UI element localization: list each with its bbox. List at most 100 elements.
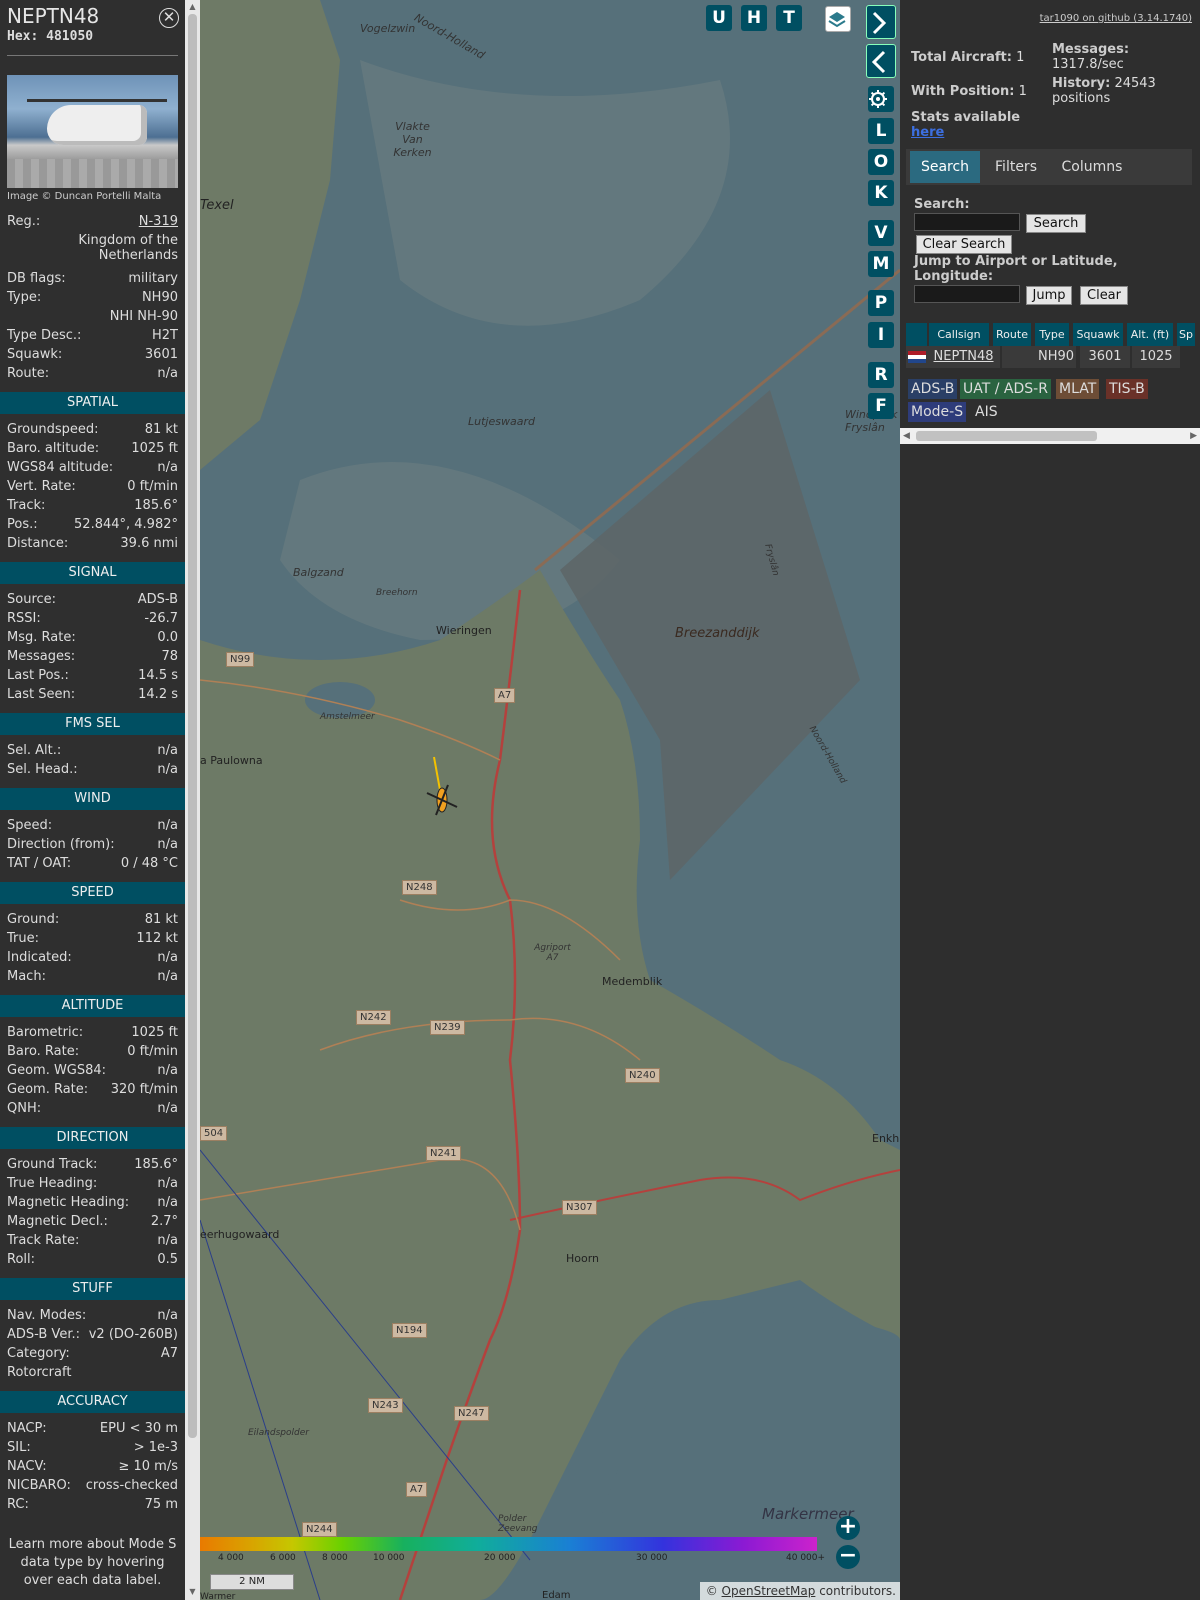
info-value: n/a	[157, 1063, 178, 1078]
stats-link[interactable]: here	[911, 125, 944, 140]
info-row: Rotorcraft	[0, 1363, 185, 1382]
table-header-alt-ft-[interactable]: Alt. (ft)	[1127, 323, 1173, 346]
table-row[interactable]: NEPTN48	[927, 346, 1000, 368]
info-key: NACV:	[7, 1459, 47, 1474]
info-key: Mach:	[7, 969, 46, 984]
info-value: EPU < 30 m	[99, 1421, 178, 1436]
info-value: NH90	[141, 290, 178, 305]
map-button-h[interactable]: H	[741, 5, 767, 31]
info-value: cross-checked	[85, 1478, 178, 1493]
tab-filters[interactable]: Filters	[984, 151, 1048, 183]
info-row: Track Rate: n/a	[0, 1231, 185, 1250]
info-key: Track:	[7, 498, 46, 513]
map-button-r[interactable]: R	[868, 362, 894, 388]
general-info: Reg.: N-319 Kingdom of the Netherlands DB f…	[0, 212, 185, 383]
info-value: n/a	[157, 950, 178, 965]
search-input[interactable]	[914, 213, 1020, 231]
chevron-left-icon[interactable]	[866, 44, 896, 78]
info-row: NACP: EPU < 30 m	[0, 1419, 185, 1438]
osm-link[interactable]: OpenStreetMap	[722, 1584, 816, 1598]
info-row: Geom. Rate: 320 ft/min	[0, 1080, 185, 1099]
search-button[interactable]: Search	[1026, 214, 1086, 233]
info-key: Last Pos.:	[7, 668, 69, 683]
map-button-l[interactable]: L	[868, 118, 894, 144]
section-header: ALTITUDE	[0, 995, 185, 1017]
row-callsign[interactable]: NEPTN48	[934, 349, 994, 364]
info-row: Type Desc.: H2T	[0, 326, 185, 345]
scroll-right-icon[interactable]: ▶	[1190, 431, 1197, 441]
zoom-out-icon[interactable]: −	[836, 1545, 860, 1569]
table-header-sp[interactable]: Sp	[1177, 323, 1195, 346]
tab-search[interactable]: Search	[910, 151, 980, 183]
map-button-u[interactable]: U	[706, 5, 732, 31]
close-icon[interactable]: ✕	[159, 8, 179, 28]
info-value: 81 kt	[144, 912, 178, 927]
info-row: RC: 75 m	[0, 1495, 185, 1514]
jump-button[interactable]: Jump	[1026, 286, 1072, 305]
map-button-f[interactable]: F	[868, 393, 894, 419]
map-button-o[interactable]: O	[868, 149, 894, 175]
label-breezanddijk: Breezanddijk	[675, 626, 760, 641]
scroll-up-icon[interactable]: ▲	[188, 2, 197, 12]
info-value[interactable]: N-319	[139, 212, 178, 231]
map-canvas[interactable]: Vogelzwin Noord-Holland Texel Vlakte Van…	[200, 0, 900, 1600]
layers-icon[interactable]	[825, 6, 851, 32]
info-value: Kingdom of the Netherlands	[78, 233, 178, 263]
info-row: Last Seen: 14.2 s	[0, 685, 185, 704]
stats-label: Stats available	[911, 110, 1021, 125]
source-chip-ads-b: ADS-B	[908, 379, 958, 399]
table-header-callsign[interactable]: Callsign	[929, 323, 989, 346]
info-value: v2 (DO-260B)	[88, 1327, 178, 1342]
table-header-route[interactable]: Route	[993, 323, 1031, 346]
github-link[interactable]: tar1090 on github (3.14.1740)	[1040, 13, 1192, 24]
map-button-m[interactable]: M	[868, 251, 894, 277]
scroll-down-icon[interactable]: ▼	[188, 1587, 197, 1597]
row-type: NH90	[1036, 346, 1076, 368]
aircraft-info-panel: NEPTN48 Hex: 481050 ✕ Image © Duncan Por…	[0, 0, 185, 1600]
settings-gear-icon[interactable]	[868, 86, 894, 112]
table-header-squawk[interactable]: Squawk	[1073, 323, 1123, 346]
table-horizontal-scrollbar[interactable]: ◀ ▶	[900, 428, 1200, 444]
aircraft-photo[interactable]	[7, 75, 178, 188]
with-position-label: With Position:	[911, 84, 1015, 99]
info-value: military	[128, 271, 178, 286]
map-button-p[interactable]: P	[868, 290, 894, 316]
info-key: Geom. WGS84:	[7, 1063, 107, 1078]
table-header-type[interactable]: Type	[1035, 323, 1069, 346]
info-key: Sel. Head.:	[7, 762, 78, 777]
jump-input[interactable]	[914, 285, 1020, 303]
info-row: Ground Track: 185.6°	[0, 1155, 185, 1174]
chevron-right-icon[interactable]	[866, 5, 896, 39]
clear-search-button[interactable]: Clear Search	[916, 235, 1012, 254]
info-scrollbar[interactable]: ▲ ▼	[185, 0, 200, 1600]
altitude-color-legend	[200, 1537, 817, 1551]
table-scroll-thumb[interactable]	[916, 431, 1097, 441]
clear-button[interactable]: Clear	[1080, 286, 1128, 305]
info-row: Squawk: 3601	[0, 345, 185, 364]
map-button-t[interactable]: T	[776, 5, 802, 31]
info-value: H2T	[152, 328, 178, 343]
map-button-v[interactable]: V	[868, 220, 894, 246]
info-value: A7	[160, 1346, 178, 1361]
map-button-k[interactable]: K	[868, 180, 894, 206]
scroll-left-icon[interactable]: ◀	[903, 431, 910, 441]
info-scroll-thumb[interactable]	[188, 14, 197, 1438]
info-key: Direction (from):	[7, 837, 115, 852]
info-value: ADS-B	[137, 592, 178, 607]
tab-columns[interactable]: Columns	[1052, 151, 1132, 183]
road-label: N242	[356, 1010, 391, 1025]
section-header: WIND	[0, 788, 185, 810]
label-enkhuizen: Enkhu	[872, 1132, 900, 1145]
label-texel: Texel	[200, 198, 234, 213]
section-header: ACCURACY	[0, 1391, 185, 1413]
map-button-i[interactable]: I	[868, 322, 894, 348]
road-label: N240	[625, 1068, 660, 1083]
source-chip-mlat: MLAT	[1056, 379, 1100, 399]
history-label: History:	[1052, 76, 1111, 91]
info-row: Msg. Rate: 0.0	[0, 628, 185, 647]
history-stat: History: 24543 positions	[1052, 76, 1192, 106]
legend-tick: 40 000+	[786, 1553, 826, 1563]
info-row: Baro. Rate: 0 ft/min	[0, 1042, 185, 1061]
zoom-in-icon[interactable]: +	[836, 1516, 860, 1540]
info-row: SIL: > 1e-3	[0, 1438, 185, 1457]
